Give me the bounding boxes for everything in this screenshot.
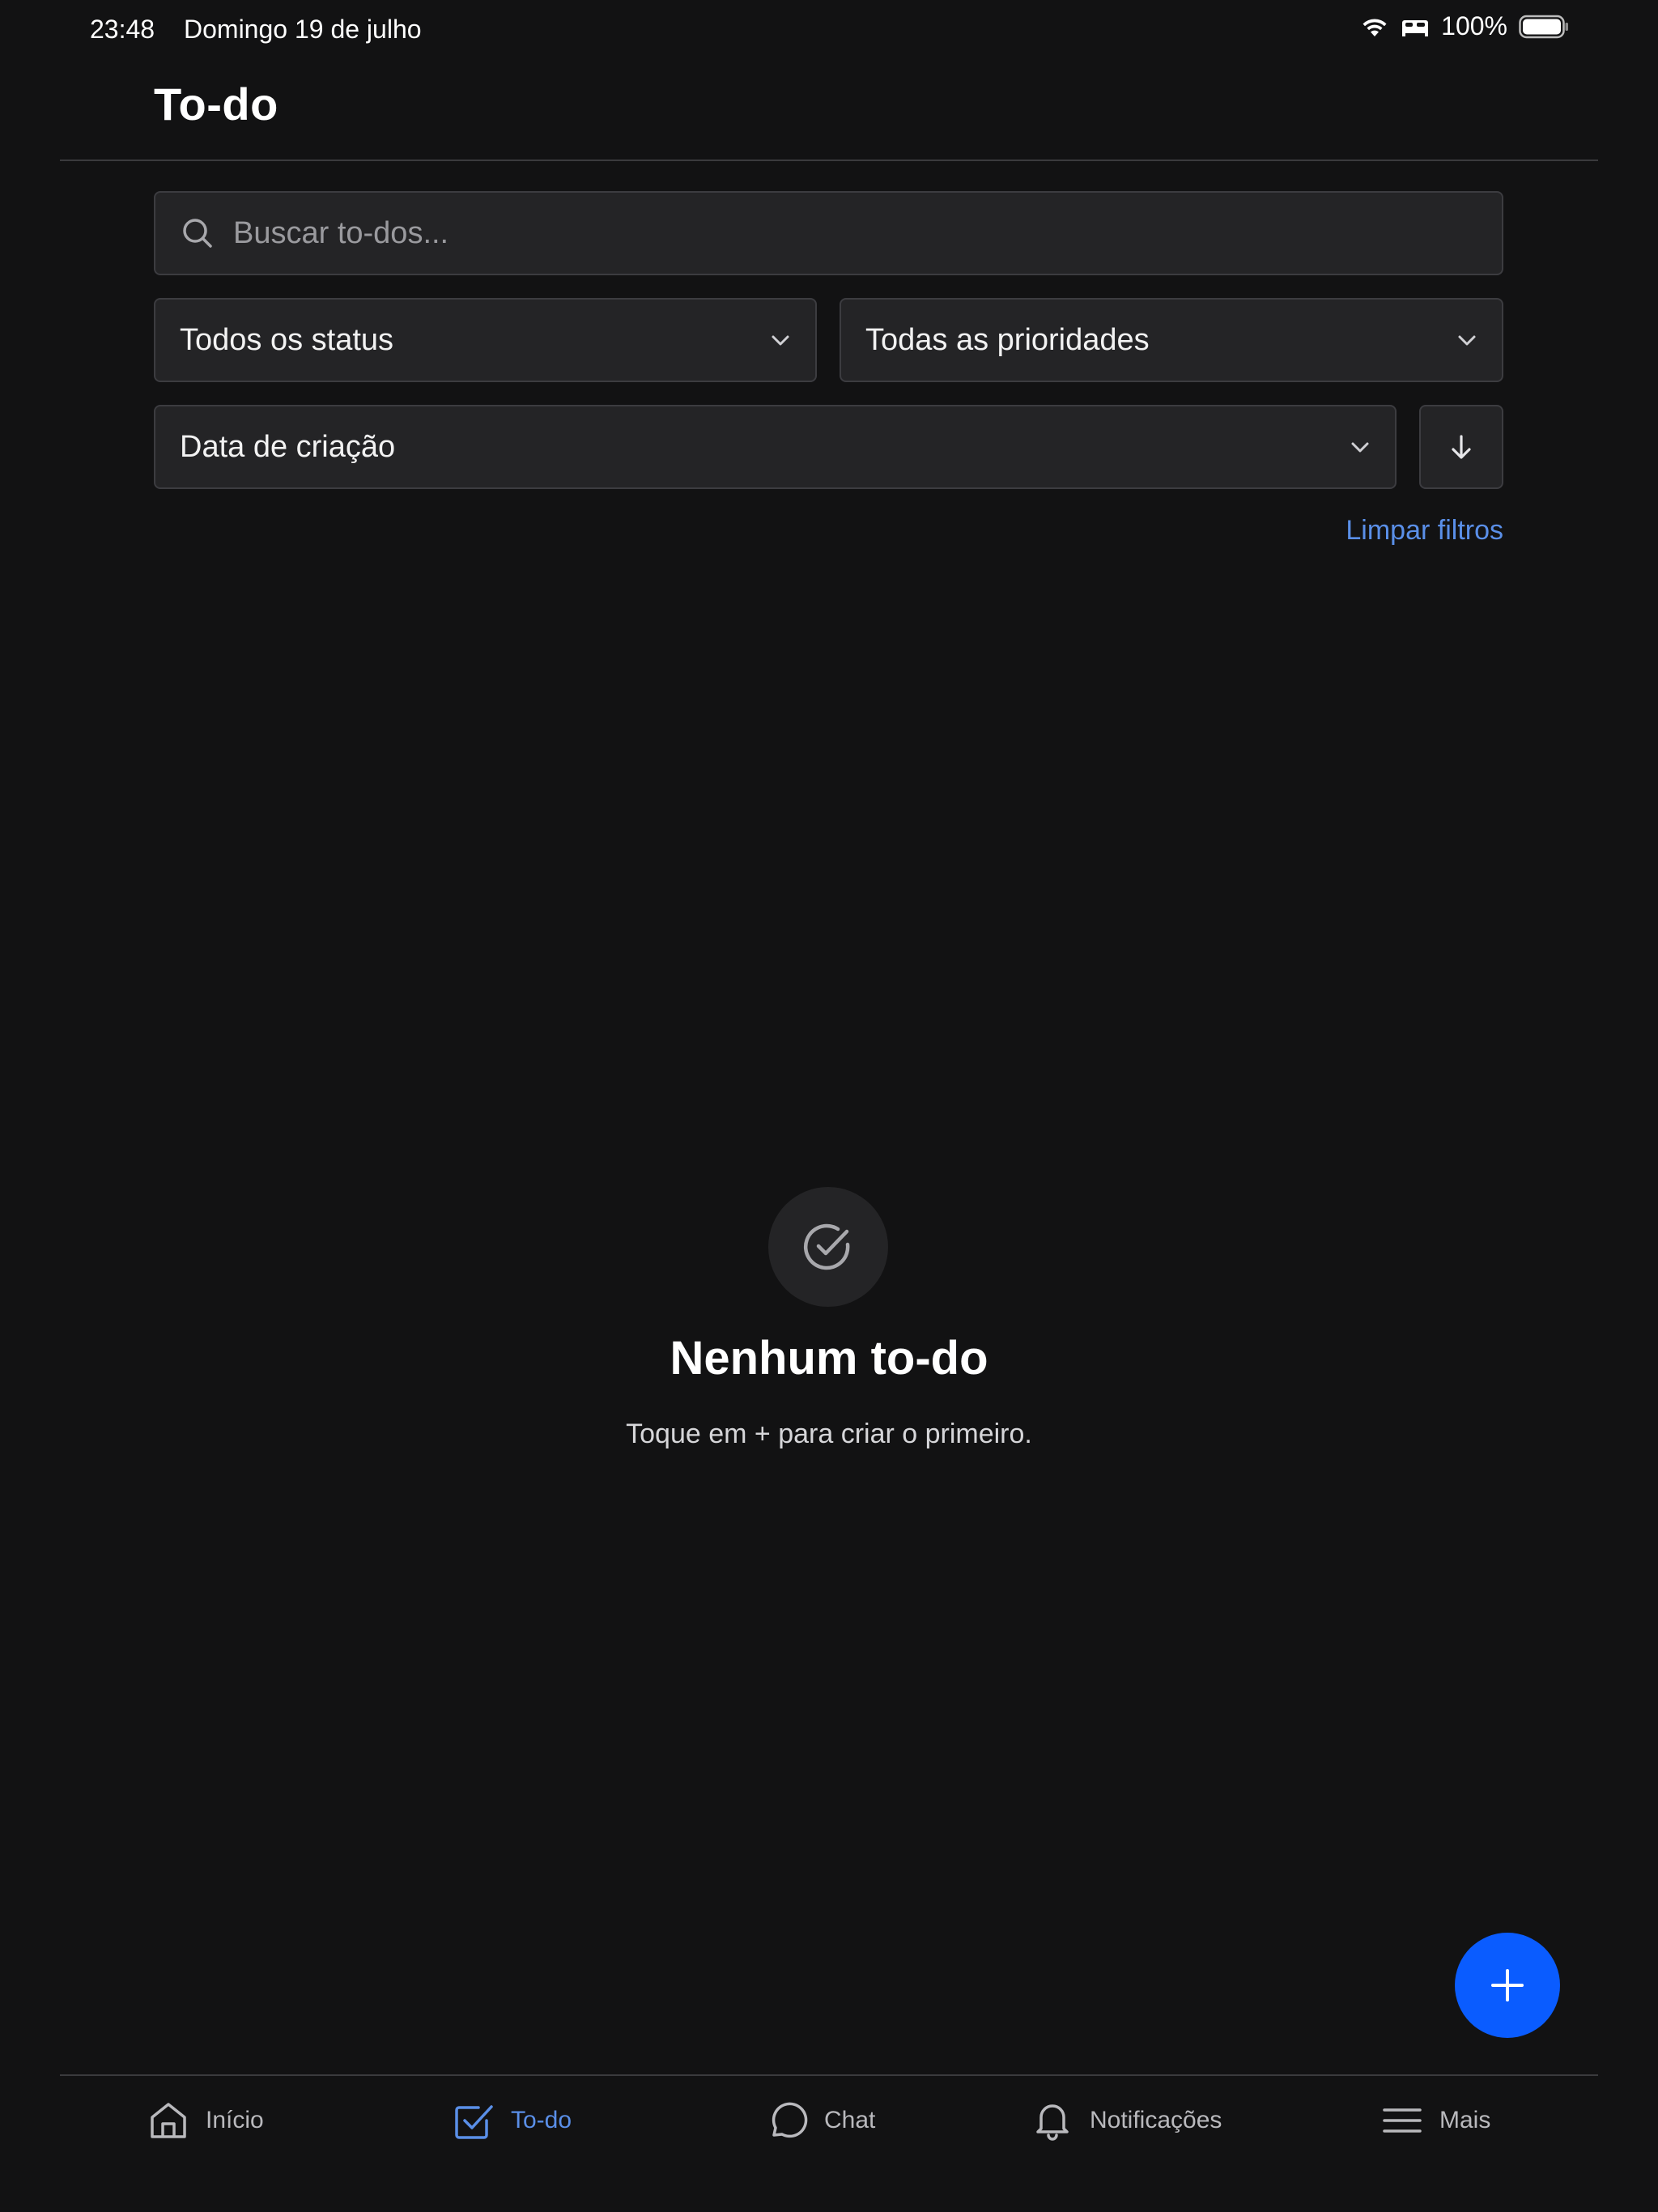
plus-icon <box>1491 1969 1524 2001</box>
nav-item-notificacoes[interactable]: Notificações <box>1030 2076 1222 2165</box>
chevron-down-icon <box>1351 442 1369 453</box>
bell-icon <box>1036 2104 1069 2141</box>
chevron-down-icon <box>1458 335 1476 346</box>
chevron-down-icon <box>772 335 789 346</box>
empty-state-subtitle: Toque em + para criar o primeiro. <box>626 1419 1032 1449</box>
empty-state-icon-container <box>768 1187 888 1307</box>
status-time: 23:48 <box>90 15 155 44</box>
nav-item-chat[interactable]: Chat <box>764 2076 875 2165</box>
empty-state-title: Nenhum to-do <box>670 1332 988 1385</box>
page-title: To-do <box>154 79 278 130</box>
nav-item-todo[interactable]: To-do <box>451 2076 572 2165</box>
nav-item-label: Início <box>206 2107 264 2133</box>
nav-item-mais[interactable]: Mais <box>1380 2076 1490 2165</box>
wifi-icon <box>1363 18 1387 36</box>
priority-filter-value: Todas as prioridades <box>865 322 1150 357</box>
priority-filter-select[interactable]: Todas as prioridades <box>840 298 1503 382</box>
clear-filters-link[interactable]: Limpar filtros <box>1346 515 1503 547</box>
add-todo-button[interactable] <box>1455 1933 1560 2038</box>
menu-icon <box>1383 2108 1422 2133</box>
todo-screen: 23:48 Domingo 19 de julho 100% To-do Bus… <box>0 0 1658 2212</box>
home-icon <box>151 2103 186 2138</box>
nav-item-label: Chat <box>824 2107 876 2133</box>
sort-select-value: Data de criação <box>180 429 396 464</box>
chat-bubble-icon <box>772 2102 808 2138</box>
nav-item-label: Notificações <box>1090 2107 1222 2133</box>
status-bar: 23:48 Domingo 19 de julho 100% <box>0 0 1658 60</box>
search-icon <box>183 219 212 248</box>
nav-item-label: To-do <box>511 2107 572 2133</box>
sort-select[interactable]: Data de criação <box>154 405 1397 489</box>
checkbox-icon <box>455 2105 493 2139</box>
arrow-down-icon <box>1452 435 1471 459</box>
status-filter-value: Todos os status <box>180 322 394 357</box>
nav-item-label: Mais <box>1439 2107 1491 2133</box>
bed-icon <box>1402 19 1429 36</box>
check-circle-icon <box>803 1223 850 1270</box>
status-filter-select[interactable]: Todos os status <box>154 298 817 382</box>
battery-icon <box>1519 15 1568 38</box>
status-date: Domingo 19 de julho <box>184 15 422 44</box>
sort-direction-button[interactable] <box>1419 405 1503 489</box>
battery-percentage: 100% <box>1441 11 1507 40</box>
search-input[interactable] <box>233 193 1502 274</box>
header-divider <box>60 160 1598 161</box>
nav-item-inicio[interactable]: Início <box>146 2076 264 2165</box>
bottom-nav: Início To-do Chat Notificações Mais <box>0 2076 1658 2165</box>
search-box[interactable] <box>154 191 1503 275</box>
status-indicators: 100% <box>1360 11 1569 41</box>
